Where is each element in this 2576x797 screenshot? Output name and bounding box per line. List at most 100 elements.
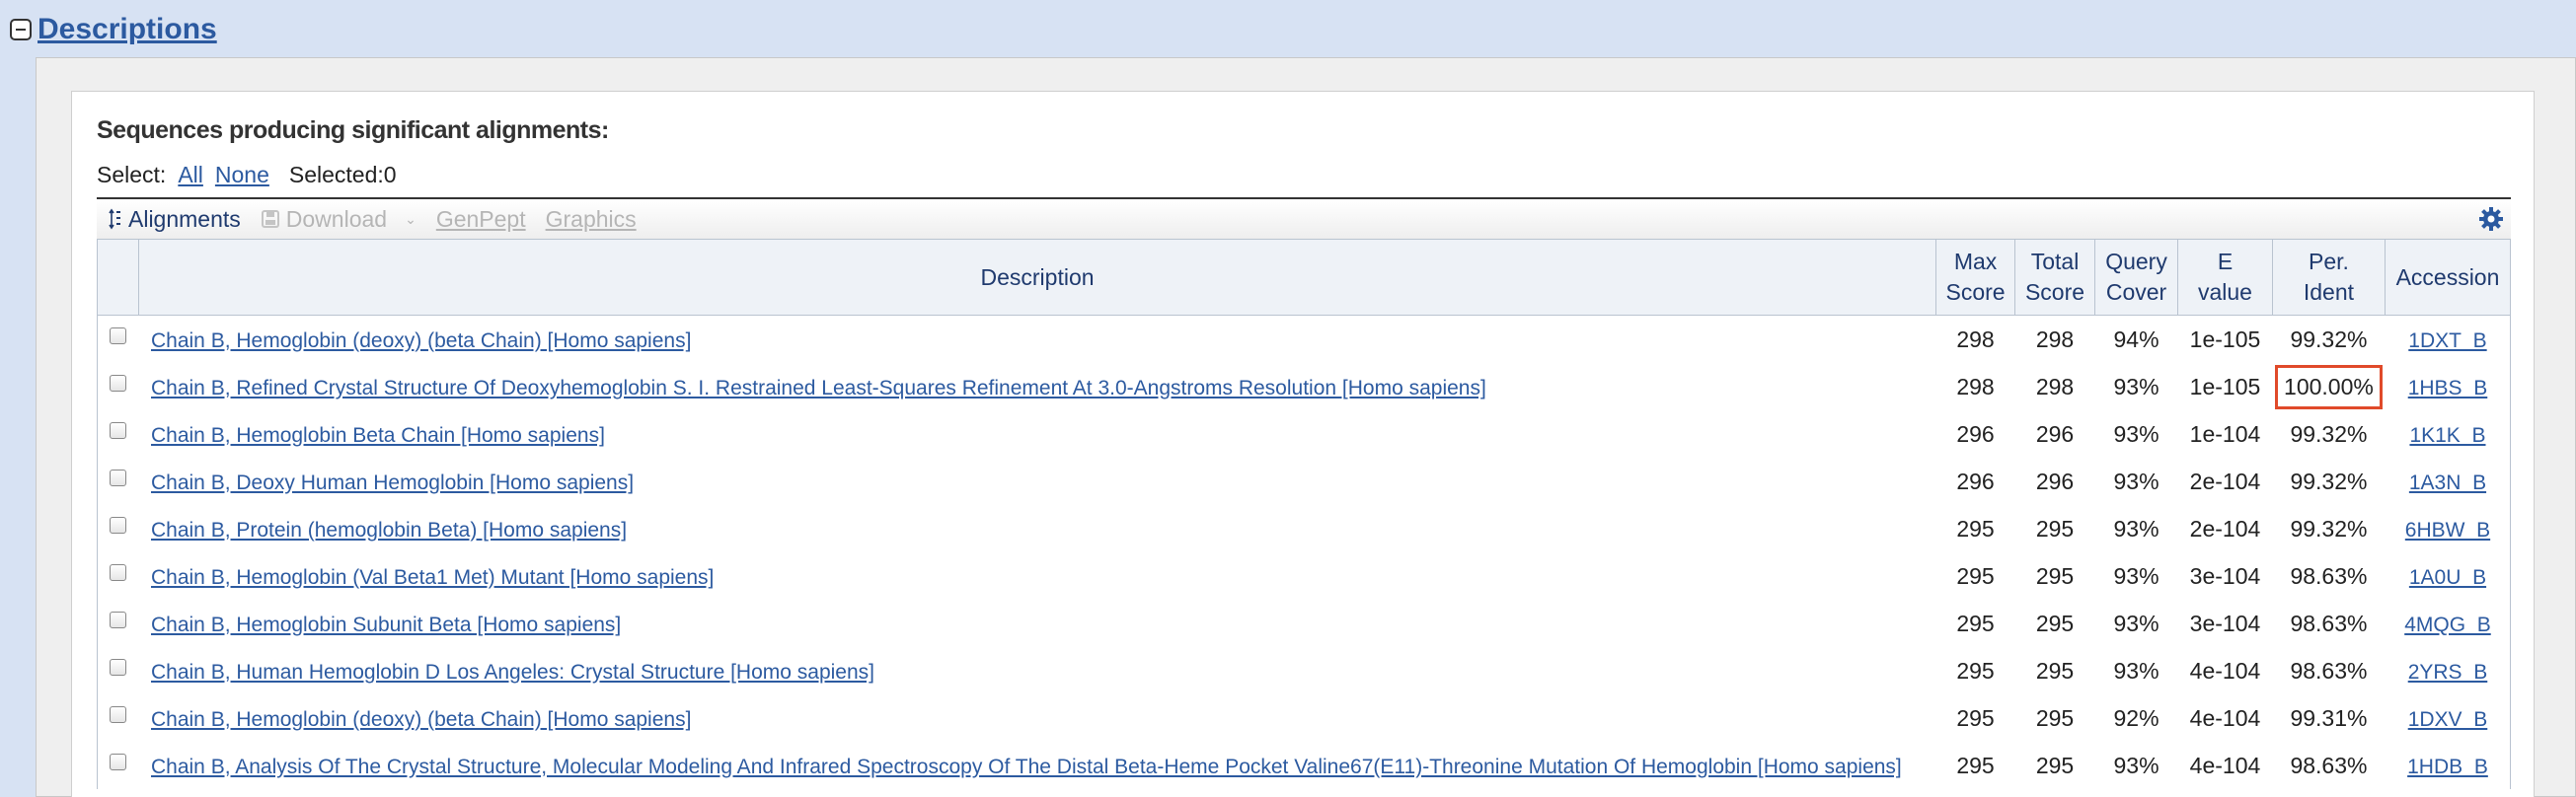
- row-checkbox[interactable]: [109, 563, 126, 581]
- total-score-cell: 296: [2014, 458, 2095, 505]
- query-cover-cell: 93%: [2094, 600, 2178, 647]
- description-link[interactable]: Chain B, Human Hemoglobin D Los Angeles:…: [151, 661, 874, 684]
- results-heading: Sequences producing significant alignmen…: [97, 116, 609, 144]
- description-cell: Chain B, Analysis Of The Crystal Structu…: [137, 742, 1936, 789]
- collapse-icon[interactable]: [10, 19, 32, 40]
- accession-link[interactable]: 1K1K_B: [2409, 424, 2485, 447]
- description-cell: Chain B, Hemoglobin (deoxy) (beta Chain)…: [137, 694, 1936, 742]
- e-value-cell: 2e-104: [2177, 505, 2273, 552]
- description-cell: Chain B, Protein (hemoglobin Beta) [Homo…: [137, 505, 1936, 552]
- description-link[interactable]: Chain B, Analysis Of The Crystal Structu…: [151, 756, 1902, 778]
- description-link[interactable]: Chain B, Hemoglobin (Val Beta1 Met) Muta…: [151, 566, 714, 589]
- row-checkbox[interactable]: [109, 326, 126, 344]
- accession-link[interactable]: 1A3N_B: [2409, 471, 2486, 494]
- per-ident-cell: 99.32%: [2271, 315, 2386, 363]
- download-button[interactable]: Download ⌄: [261, 206, 417, 233]
- per-ident-column-header[interactable]: Per. Ident: [2271, 239, 2386, 316]
- download-label: Download: [285, 205, 388, 232]
- total-score-cell: 295: [2014, 694, 2095, 742]
- row-checkbox[interactable]: [109, 705, 126, 723]
- description-cell: Chain B, Human Hemoglobin D Los Angeles:…: [137, 647, 1936, 694]
- table-row: Chain B, Human Hemoglobin D Los Angeles:…: [97, 647, 2512, 694]
- description-cell: Chain B, Deoxy Human Hemoglobin [Homo sa…: [137, 458, 1936, 505]
- genpept-link[interactable]: GenPept: [436, 206, 526, 233]
- header-line: Per.: [2309, 249, 2349, 274]
- row-checkbox[interactable]: [109, 516, 126, 534]
- total-score-column-header[interactable]: Total Score: [2014, 239, 2096, 316]
- graphics-link[interactable]: Graphics: [546, 206, 637, 233]
- accession-link[interactable]: 2YRS_B: [2408, 661, 2488, 684]
- max-score-cell: 295: [1935, 505, 2015, 552]
- per-ident-cell: 99.32%: [2271, 410, 2386, 458]
- description-link[interactable]: Chain B, Refined Crystal Structure Of De…: [151, 377, 1486, 399]
- description-link[interactable]: Chain B, Hemoglobin Subunit Beta [Homo s…: [151, 614, 621, 636]
- per-ident-cell: 98.63%: [2271, 742, 2386, 789]
- select-label: Select:: [97, 162, 167, 187]
- description-cell: Chain B, Hemoglobin (Val Beta1 Met) Muta…: [137, 552, 1936, 600]
- total-score-cell: 295: [2014, 600, 2095, 647]
- description-link[interactable]: Chain B, Hemoglobin (deoxy) (beta Chain)…: [151, 329, 691, 352]
- row-checkbox[interactable]: [109, 374, 126, 392]
- description-link[interactable]: Chain B, Protein (hemoglobin Beta) [Homo…: [151, 519, 627, 542]
- max-score-column-header[interactable]: Max Score: [1935, 239, 2016, 316]
- header-line: Score: [2024, 279, 2085, 305]
- description-link[interactable]: Chain B, Hemoglobin Beta Chain [Homo sap…: [151, 424, 605, 447]
- header-line: Query: [2105, 249, 2167, 274]
- row-checkbox[interactable]: [109, 753, 126, 770]
- e-value-cell: 1e-105: [2177, 363, 2273, 410]
- total-score-cell: 295: [2014, 552, 2095, 600]
- description-cell: Chain B, Hemoglobin Beta Chain [Homo sap…: [137, 410, 1936, 458]
- per-ident-cell: 99.32%: [2271, 505, 2386, 552]
- alignments-button[interactable]: Alignments: [97, 206, 241, 233]
- accession-link[interactable]: 6HBW_B: [2405, 519, 2490, 542]
- select-column-header: [97, 239, 139, 316]
- gear-icon[interactable]: [2479, 207, 2503, 237]
- row-checkbox[interactable]: [109, 658, 126, 676]
- description-link[interactable]: Chain B, Hemoglobin (deoxy) (beta Chain)…: [151, 708, 691, 731]
- max-score-cell: 298: [1935, 363, 2015, 410]
- accession-cell: 2YRS_B: [2384, 647, 2512, 694]
- accession-link[interactable]: 4MQG_B: [2404, 614, 2491, 636]
- dropdown-icon: ⌄: [405, 210, 417, 227]
- e-value-cell: 3e-104: [2177, 552, 2273, 600]
- select-none-link[interactable]: None: [215, 162, 269, 188]
- download-icon: [261, 209, 280, 229]
- accession-link[interactable]: 1DXV_B: [2408, 708, 2488, 731]
- select-all-link[interactable]: All: [178, 162, 203, 188]
- query-cover-column-header[interactable]: Query Cover: [2094, 239, 2178, 316]
- row-checkbox-cell: [97, 363, 139, 410]
- accession-link[interactable]: 1DXT_B: [2408, 329, 2486, 352]
- selected-count: Selected:0: [288, 162, 397, 187]
- accession-cell: 1A0U_B: [2384, 552, 2512, 600]
- table-header-row: Description Max Score Total Score Query Cov…: [97, 239, 2512, 316]
- accession-link[interactable]: 1HDB_B: [2407, 756, 2488, 778]
- query-cover-cell: 93%: [2094, 505, 2178, 552]
- per-ident-cell-highlighted: 100.00%: [2271, 363, 2386, 410]
- total-score-cell: 298: [2014, 315, 2095, 363]
- table-row: Chain B, Hemoglobin Subunit Beta [Homo s…: [97, 600, 2512, 647]
- header-line: Cover: [2105, 279, 2167, 305]
- row-checkbox-cell: [97, 647, 139, 694]
- alignments-label: Alignments: [128, 205, 241, 232]
- header-line: value: [2197, 279, 2252, 305]
- row-checkbox[interactable]: [109, 469, 126, 486]
- e-value-column-header[interactable]: Evalue: [2177, 239, 2273, 316]
- select-row: Select: All None Selected:0: [97, 162, 397, 188]
- description-cell: Chain B, Hemoglobin Subunit Beta [Homo s…: [137, 600, 1936, 647]
- query-cover-cell: 93%: [2094, 742, 2178, 789]
- row-checkbox[interactable]: [109, 611, 126, 628]
- max-score-cell: 295: [1935, 647, 2015, 694]
- per-ident-cell: 98.63%: [2271, 552, 2386, 600]
- row-checkbox[interactable]: [109, 421, 126, 439]
- description-column-header[interactable]: Description: [137, 239, 1937, 316]
- accession-column-header[interactable]: Accession: [2384, 239, 2512, 316]
- max-score-cell: 298: [1935, 315, 2015, 363]
- header-line: Score: [1945, 279, 2006, 305]
- accession-link[interactable]: 1HBS_B: [2408, 377, 2488, 399]
- accession-cell: 1HBS_B: [2384, 363, 2512, 410]
- row-checkbox-cell: [97, 458, 139, 505]
- results-table: Description Max Score Total Score Query Cov…: [97, 239, 2512, 789]
- section-title[interactable]: Descriptions: [38, 13, 217, 46]
- accession-link[interactable]: 1A0U_B: [2409, 566, 2486, 589]
- description-link[interactable]: Chain B, Deoxy Human Hemoglobin [Homo sa…: [151, 471, 634, 494]
